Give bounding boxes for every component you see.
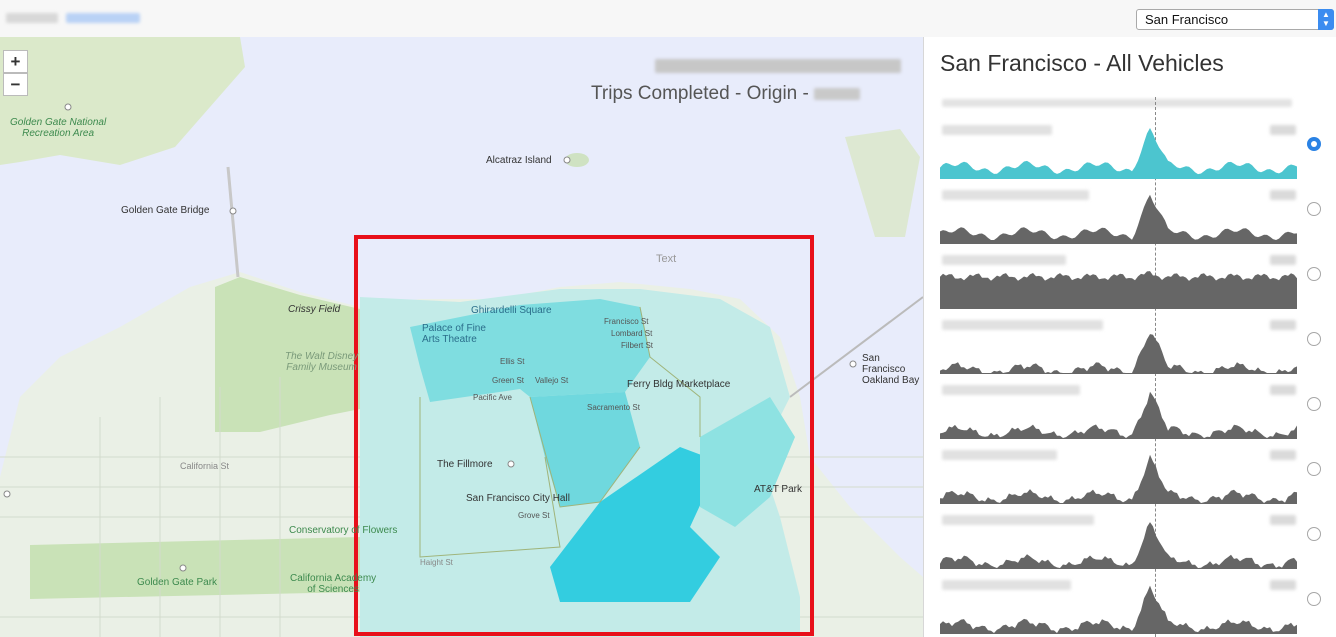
label-highlight-text: Text	[656, 253, 677, 265]
label-ghirardelli: Ghirardelli Square	[471, 305, 552, 316]
label-ferry-building: Ferry Bldg Marketplace	[627, 379, 731, 390]
label-golden-gate-park: Golden Gate Park	[137, 577, 218, 588]
label-bay-bridge: San Francisco Oakland Bay	[862, 353, 920, 386]
sparkline-chart	[940, 522, 1297, 569]
sparkline-chart	[940, 391, 1297, 439]
sparkline-chart	[940, 334, 1297, 374]
label-golden-gate-nra: Golden Gate National Recreation Area	[10, 117, 107, 139]
sparkline-chart	[940, 128, 1297, 179]
label-vallejo-st: Vallejo St	[535, 376, 569, 385]
label-city-hall: San Francisco City Hall	[466, 493, 570, 504]
sf-east-shore	[845, 129, 920, 237]
sidebar-title: San Francisco - All Vehicles	[940, 50, 1224, 76]
label-california-st: California St	[180, 461, 230, 471]
label-alcatraz: Alcatraz Island	[486, 155, 552, 166]
top-bar: San Francisco ▲ ▼	[0, 0, 1336, 38]
sparkline-chart	[940, 454, 1297, 504]
label-crissy-field: Crissy Field	[288, 304, 341, 315]
sparkline-area	[940, 194, 1297, 244]
sparkline-area	[940, 585, 1297, 634]
select-arrows-icon: ▲ ▼	[1318, 9, 1334, 30]
label-fillmore: The Fillmore	[437, 459, 493, 470]
sparkline-area	[940, 271, 1297, 309]
chart-select-radio[interactable]	[1307, 332, 1321, 346]
label-lombard-st: Lombard St	[611, 329, 653, 338]
sparkline-chart	[940, 194, 1297, 244]
label-conservatory: Conservatory of Flowers	[289, 525, 398, 536]
chart-select-radio[interactable]	[1307, 527, 1321, 541]
overlay-subtitle: Trips Completed - Origin -	[591, 83, 861, 105]
label-francisco-st: Francisco St	[604, 317, 649, 326]
label-sacramento-st: Sacramento St	[587, 403, 640, 412]
city-select-value: San Francisco	[1145, 12, 1229, 27]
chart-select-radio[interactable]	[1307, 592, 1321, 606]
sparkline-chart	[940, 271, 1297, 309]
label-golden-gate-bridge: Golden Gate Bridge	[121, 205, 210, 216]
sparkline-area	[940, 128, 1297, 179]
label-palace: Palace of Fine Arts Theatre	[422, 323, 486, 345]
sparkline-area	[940, 391, 1297, 439]
chart-select-radio[interactable]	[1307, 267, 1321, 281]
chart-select-radio[interactable]	[1307, 137, 1321, 151]
label-green-st: Green St	[492, 376, 525, 385]
label-att-park: AT&T Park	[754, 484, 802, 495]
map-panel[interactable]: + − Trips Completed - Origin - Golden Ga…	[0, 37, 923, 637]
overlay-subtitle-text: Trips Completed - Origin -	[591, 83, 809, 104]
label-ellis-st: Ellis St	[500, 357, 525, 366]
label-pacific-ave: Pacific Ave	[473, 393, 512, 402]
sparkline-area	[940, 454, 1297, 504]
label-walt-disney: The Walt Disney Family Museum	[285, 351, 359, 373]
blurred-nav-text	[6, 13, 58, 23]
blurred-overlay-title	[655, 59, 901, 73]
sparkline-area	[940, 334, 1297, 374]
label-haight-st: Haight St	[420, 558, 453, 567]
blurred-nav-link[interactable]	[66, 13, 140, 23]
chart-select-radio[interactable]	[1307, 397, 1321, 411]
blurred-overlay-date	[814, 87, 861, 100]
label-grove-st: Grove St	[518, 511, 550, 520]
zoom-in-button[interactable]: +	[3, 50, 28, 73]
chart-select-radio[interactable]	[1307, 202, 1321, 216]
sparkline-area	[940, 522, 1297, 569]
zoom-out-button[interactable]: −	[3, 73, 28, 96]
label-academy: California Academy of Sciences	[290, 573, 377, 595]
city-select[interactable]: San Francisco ▲ ▼	[1136, 9, 1334, 30]
highway-bridge	[226, 166, 240, 278]
chart-select-radio[interactable]	[1307, 462, 1321, 476]
sidebar-panel: San Francisco - All Vehicles	[923, 37, 1336, 637]
blurred-axis-labels	[942, 99, 1292, 107]
marin-headlands	[0, 37, 245, 165]
sparkline-chart	[940, 585, 1297, 634]
label-filbert-st: Filbert St	[621, 341, 654, 350]
